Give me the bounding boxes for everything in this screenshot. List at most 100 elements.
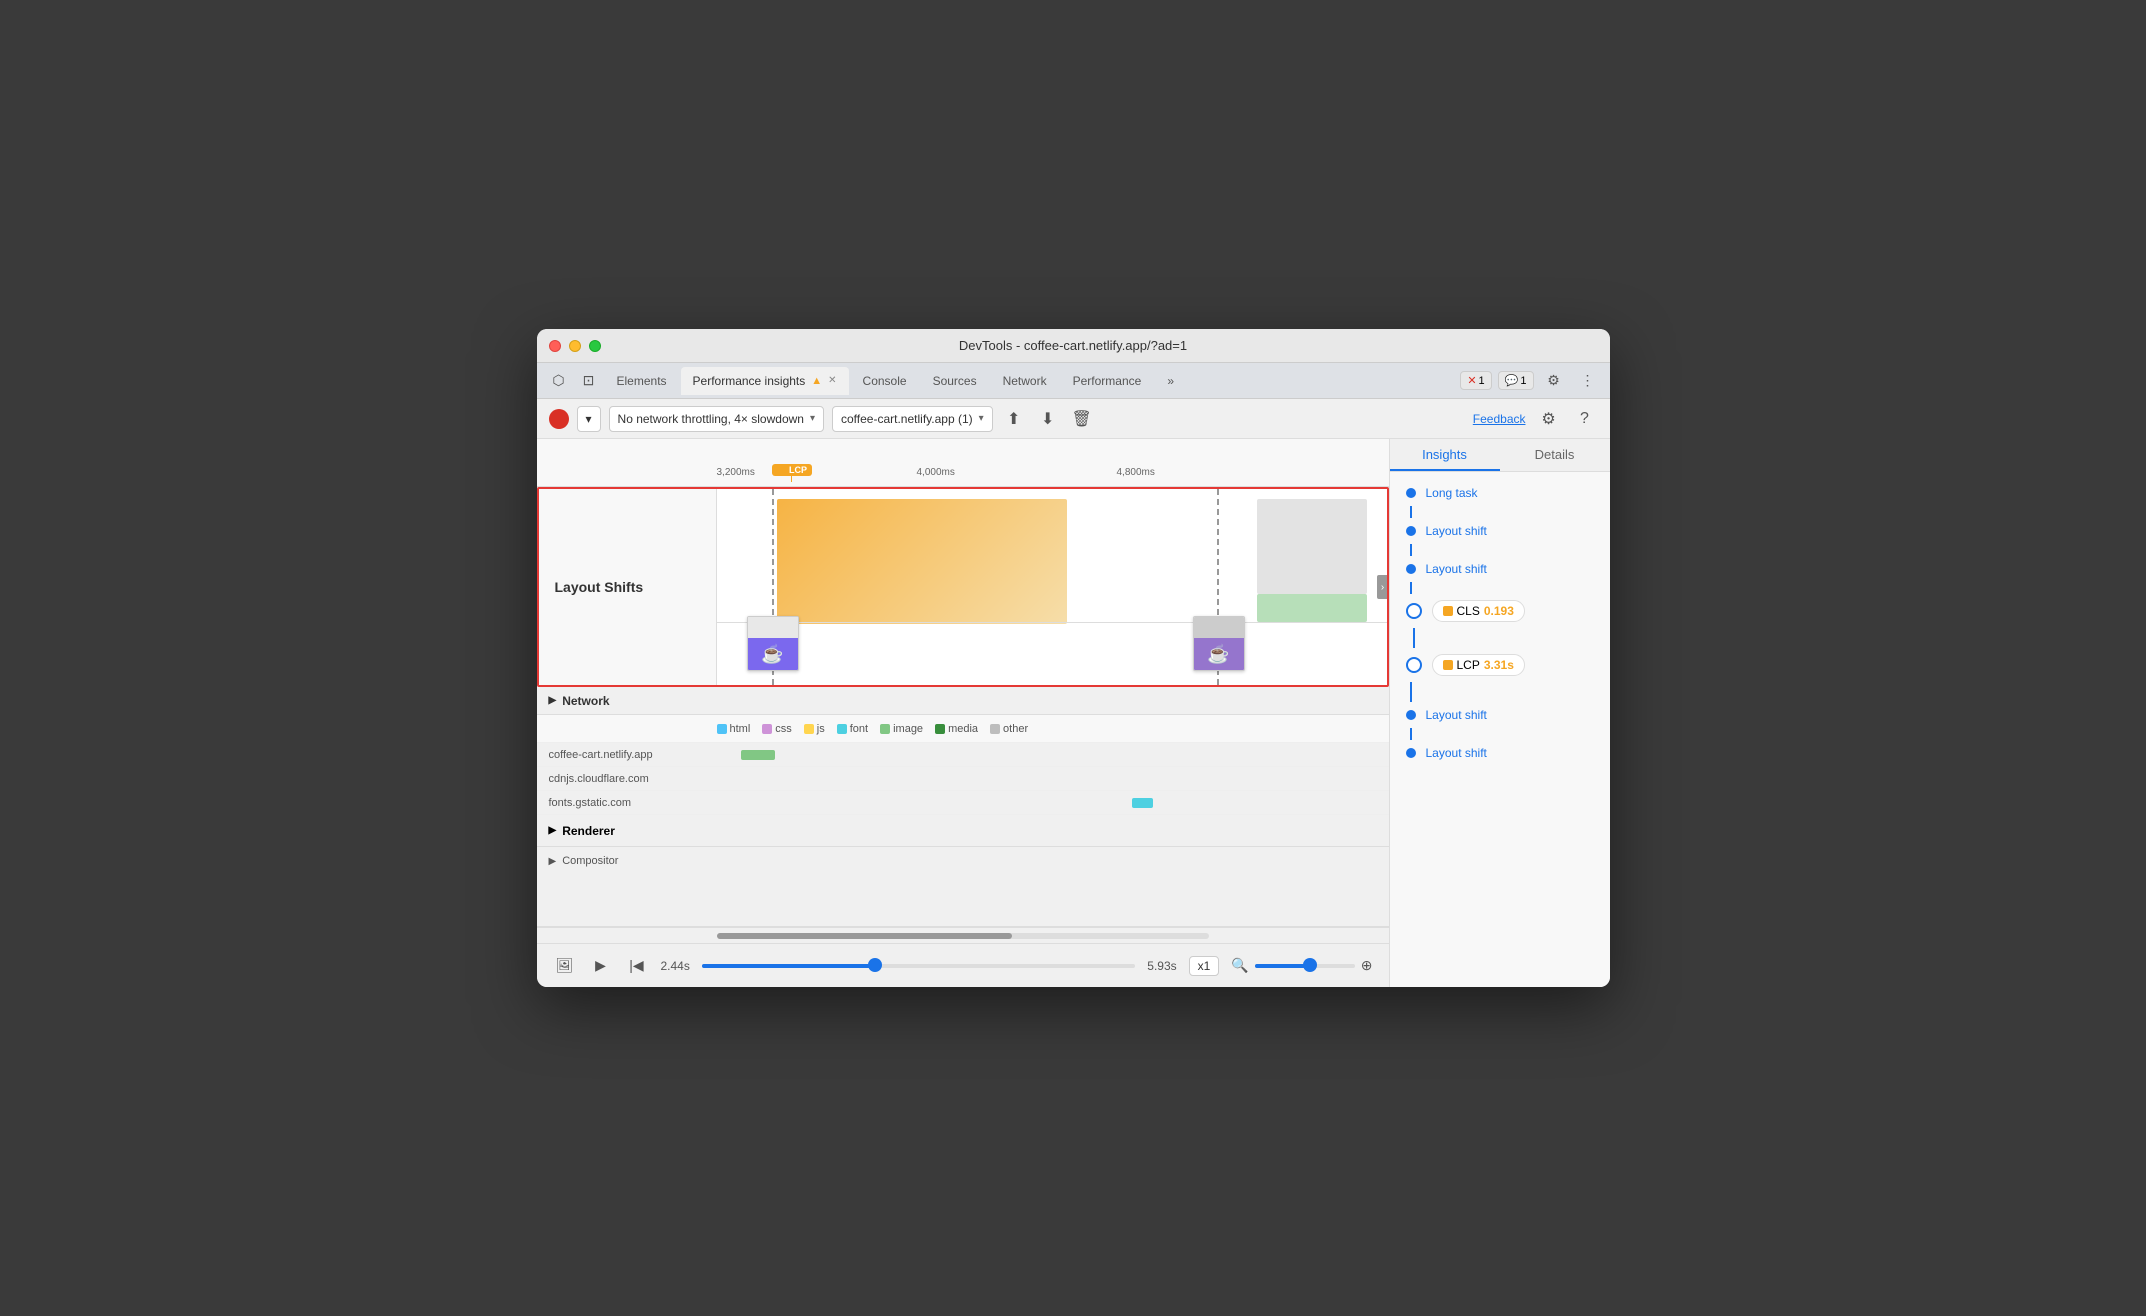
main-content: 3,200ms 4,000ms 4,800ms LCP L: [537, 439, 1610, 987]
insight-item-1: Layout shift: [1406, 518, 1594, 544]
scrollbar-thumb[interactable]: [717, 933, 1012, 939]
thumbnail-2: ☕: [1193, 616, 1245, 671]
tab-close-icon[interactable]: ✕: [828, 375, 836, 386]
settings-icon[interactable]: ⚙: [1540, 367, 1568, 395]
error-badge[interactable]: ✕ 1: [1460, 371, 1491, 390]
tab-performance-insights[interactable]: Performance insights ▲ ✕: [681, 367, 849, 395]
toolbar-right: Feedback ⚙ ?: [1473, 406, 1598, 432]
insight-layout-shift-2[interactable]: Layout shift: [1426, 562, 1487, 576]
network-row-1: cdnjs.cloudflare.com: [537, 767, 1389, 791]
shift-block-gray: [1257, 499, 1367, 594]
scroll-arrow[interactable]: ›: [1377, 575, 1387, 599]
tab-details[interactable]: Details: [1500, 439, 1610, 471]
right-tabs: Insights Details: [1390, 439, 1610, 472]
throttle-dropdown[interactable]: No network throttling, 4× slowdown ▾: [609, 406, 824, 432]
traffic-lights: [549, 340, 601, 352]
download-icon[interactable]: ⬇: [1035, 406, 1061, 432]
tick-3200: 3,200ms: [717, 467, 755, 478]
network-header[interactable]: ▶ Network: [537, 687, 1389, 715]
toolbar: ▾ No network throttling, 4× slowdown ▾ c…: [537, 399, 1610, 439]
timeline-header: 3,200ms 4,000ms 4,800ms LCP: [537, 439, 1389, 487]
window-title: DevTools - coffee-cart.netlify.app/?ad=1: [959, 338, 1187, 353]
left-panel: 3,200ms 4,000ms 4,800ms LCP L: [537, 439, 1390, 987]
scrollbar-area: [537, 927, 1389, 943]
start-time: 2.44s: [661, 959, 690, 973]
help-icon[interactable]: ?: [1572, 406, 1598, 432]
slider-thumb[interactable]: [868, 958, 882, 972]
legend-font: font: [837, 723, 868, 735]
insight-dot-2: [1406, 564, 1416, 574]
tab-performance[interactable]: Performance: [1061, 367, 1154, 395]
legend-other: other: [990, 723, 1028, 735]
timeline-ruler: 3,200ms 4,000ms 4,800ms LCP: [717, 480, 1389, 482]
close-button[interactable]: [549, 340, 561, 352]
target-dropdown[interactable]: coffee-cart.netlify.app (1) ▾: [832, 406, 993, 432]
tick-4000: 4,000ms: [917, 467, 955, 478]
insight-item-4: Layout shift: [1406, 740, 1594, 766]
legend-js: js: [804, 723, 825, 735]
play-button[interactable]: ▶: [589, 954, 613, 978]
insights-timeline: Long task Layout shift Layout shift: [1390, 480, 1610, 766]
device-icon[interactable]: ⊡: [575, 367, 603, 395]
scrollbar-track[interactable]: [717, 933, 1209, 939]
insight-layout-shift-3[interactable]: Layout shift: [1426, 708, 1487, 722]
tick-4800: 4,800ms: [1117, 467, 1155, 478]
comment-badge[interactable]: 💬 1: [1498, 371, 1534, 390]
feedback-link[interactable]: Feedback: [1473, 412, 1526, 426]
lcp-value: 3.31s: [1484, 658, 1514, 672]
shift-divider: [717, 622, 1387, 623]
throttle-arrow-icon: ▾: [810, 413, 815, 424]
record-button[interactable]: [549, 409, 569, 429]
connector-2: [1410, 582, 1412, 594]
zoom-area: 🔍 ⊕: [1231, 957, 1372, 974]
inspect-icon[interactable]: ⬡: [545, 367, 573, 395]
screenshot-icon[interactable]: 🖼: [553, 954, 577, 978]
connector-0: [1410, 506, 1412, 518]
cls-badge: CLS 0.193: [1432, 600, 1525, 622]
renderer-triangle-icon: ▶: [549, 825, 557, 836]
right-panel: Insights Details Long task Layout shift: [1390, 439, 1610, 987]
insight-dot-0: [1406, 488, 1416, 498]
tab-network[interactable]: Network: [991, 367, 1059, 395]
insight-long-task[interactable]: Long task: [1426, 486, 1478, 500]
network-bar-2: [1132, 798, 1152, 808]
insight-layout-shift-1[interactable]: Layout shift: [1426, 524, 1487, 538]
legend-html: html: [717, 723, 751, 735]
zoom-out-icon[interactable]: 🔍: [1231, 957, 1248, 974]
compositor-header[interactable]: ▶ Compositor: [537, 847, 1389, 875]
zoom-thumb[interactable]: [1303, 958, 1317, 972]
tab-sources[interactable]: Sources: [921, 367, 989, 395]
tab-insights[interactable]: Insights: [1390, 439, 1500, 471]
timeline-slider[interactable]: [702, 964, 1135, 968]
zoom-slider[interactable]: [1255, 964, 1355, 968]
cls-value: 0.193: [1484, 604, 1514, 618]
upload-icon[interactable]: ⬆: [1001, 406, 1027, 432]
triangle-icon: ▶: [549, 695, 557, 706]
network-section: ▶ Network html css js: [537, 687, 1389, 927]
compositor-triangle-icon: ▶: [549, 856, 557, 867]
insights-content: Long task Layout shift Layout shift: [1390, 472, 1610, 987]
lcp-marker: LCP: [772, 464, 813, 482]
devtools-window: DevTools - coffee-cart.netlify.app/?ad=1…: [537, 329, 1610, 987]
speed-badge[interactable]: x1: [1189, 956, 1220, 976]
record-dropdown[interactable]: ▾: [577, 406, 601, 432]
insight-dot-cls: [1406, 603, 1422, 619]
network-row-2: fonts.gstatic.com: [537, 791, 1389, 815]
renderer-header[interactable]: ▶ Renderer: [537, 815, 1389, 847]
delete-icon[interactable]: 🗑: [1069, 406, 1095, 432]
tab-bar: ⬡ ⊡ Elements Performance insights ▲ ✕ Co…: [537, 363, 1610, 399]
tab-console[interactable]: Console: [851, 367, 919, 395]
settings2-icon[interactable]: ⚙: [1536, 406, 1562, 432]
zoom-in-icon[interactable]: ⊕: [1361, 957, 1373, 974]
maximize-button[interactable]: [589, 340, 601, 352]
insight-dot-4: [1406, 748, 1416, 758]
lcp-badge: LCP: [772, 464, 813, 476]
tab-more[interactable]: »: [1155, 367, 1186, 395]
skip-to-start-icon[interactable]: |◀: [625, 954, 649, 978]
connector-5: [1410, 728, 1412, 740]
minimize-button[interactable]: [569, 340, 581, 352]
lcp-badge-icon: [1443, 660, 1453, 670]
more-icon[interactable]: ⋮: [1574, 367, 1602, 395]
tab-elements[interactable]: Elements: [605, 367, 679, 395]
insight-layout-shift-4[interactable]: Layout shift: [1426, 746, 1487, 760]
